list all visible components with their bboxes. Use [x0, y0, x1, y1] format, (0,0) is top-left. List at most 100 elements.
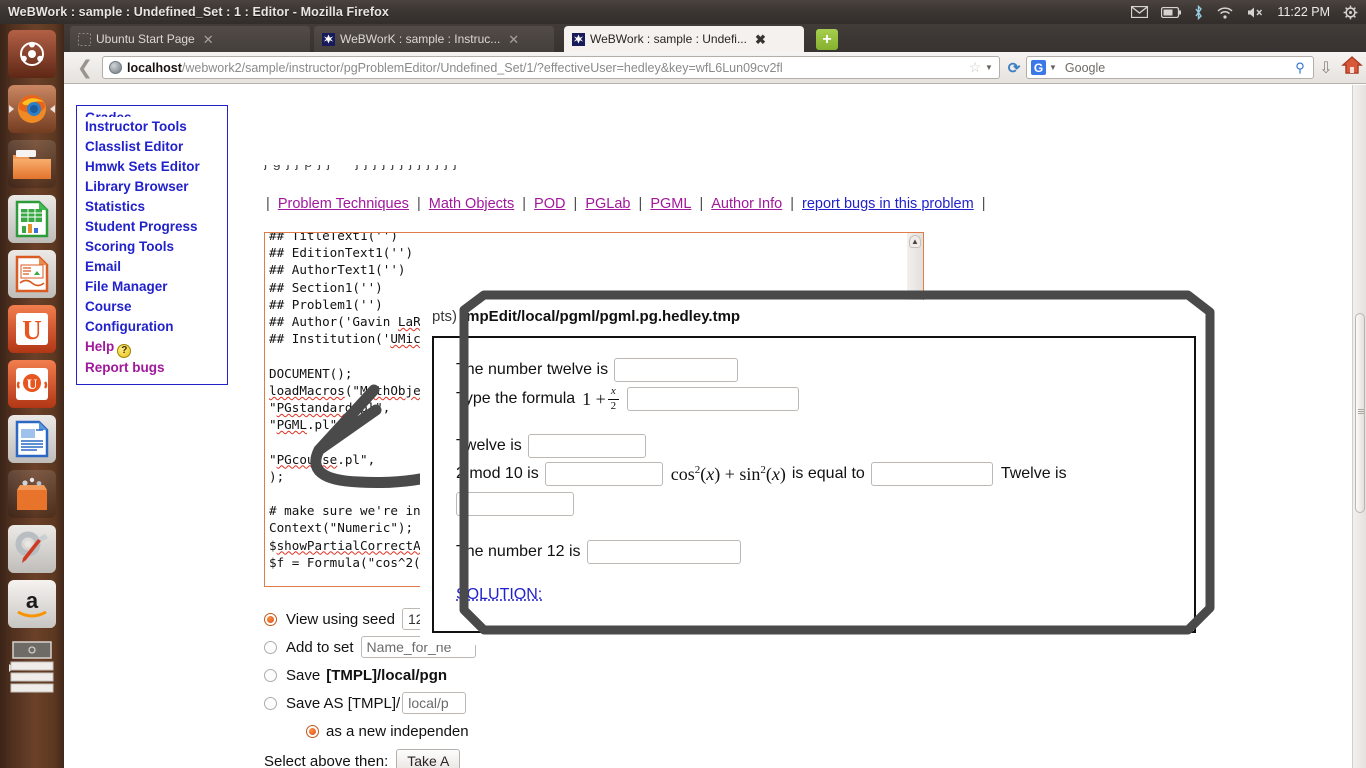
sidebar-item-configuration[interactable]: Configuration	[85, 317, 227, 337]
link-pod[interactable]: POD	[534, 196, 565, 212]
line-text: The number twelve is	[456, 361, 609, 378]
link-math-objects[interactable]: Math Objects	[429, 196, 514, 212]
webwork-favicon	[322, 32, 335, 46]
browser-tab-1[interactable]: WeBWorK : sample : Instruc... ✕	[314, 26, 554, 52]
sidebar-item-classlist-editor[interactable]: Classlist Editor	[85, 137, 227, 157]
page-scrollbar-thumb[interactable]	[1355, 313, 1365, 513]
search-input[interactable]: Google	[1065, 61, 1291, 75]
new-tab-button[interactable]: +	[816, 29, 838, 50]
sidebar-item-grades[interactable]: Grades	[85, 108, 227, 117]
bluetooth-icon[interactable]	[1194, 4, 1203, 20]
reload-icon[interactable]: ⟳	[1004, 59, 1024, 77]
sidebar-item-help[interactable]: Help?	[85, 337, 227, 358]
sidebar-item-course[interactable]: Course	[85, 297, 227, 317]
libreoffice-impress-icon[interactable]	[8, 250, 56, 298]
sidebar-item-library-browser[interactable]: Library Browser	[85, 177, 227, 197]
search-engine-chevron-icon[interactable]: ▼	[1049, 63, 1057, 72]
option-row-new-independent[interactable]: as a new independen	[264, 717, 482, 745]
radio-add-to-set[interactable]	[264, 640, 277, 654]
browser-tab-2[interactable]: WeBWork : sample : Undefi... ✖	[564, 26, 804, 52]
browser-tab-0[interactable]: Ubuntu Start Page ✕	[70, 26, 310, 52]
answer-input-5[interactable]	[870, 462, 993, 487]
tab-label: WeBWorK : sample : Instruc...	[340, 32, 501, 46]
tab-close-icon[interactable]: ✕	[508, 33, 519, 46]
clipped-text: jgjjpjj—jjjjjjjjjjjj	[264, 165, 1354, 170]
tab-label: WeBWork : sample : Undefi...	[590, 32, 747, 46]
sidebar-item-statistics[interactable]: Statistics	[85, 197, 227, 217]
sidebar-item-file-manager[interactable]: File Manager	[85, 277, 227, 297]
tab-close-icon[interactable]: ✕	[203, 33, 214, 46]
browser-navigation-bar: ❮ localhost/webwork2/sample/instructor/p…	[64, 52, 1366, 84]
bookmark-star-icon[interactable]: ☆	[967, 59, 983, 76]
ubuntu-software-center-icon[interactable]: U	[8, 305, 56, 353]
firefox-icon[interactable]	[8, 85, 56, 133]
search-bar[interactable]: G ▼ Google ⚲	[1026, 56, 1314, 79]
answer-input-4[interactable]	[544, 462, 663, 487]
save-as-path-input[interactable]: local/p	[402, 692, 467, 714]
sidebar-item-hmwk-sets-editor[interactable]: Hmwk Sets Editor	[85, 157, 227, 177]
search-icon[interactable]: ⚲	[1291, 60, 1309, 76]
libreoffice-writer-icon[interactable]	[8, 415, 56, 463]
home-icon[interactable]	[1338, 55, 1366, 80]
radio-save-as[interactable]	[264, 696, 277, 710]
back-button[interactable]: ❮	[72, 57, 98, 79]
google-icon[interactable]: G	[1031, 60, 1046, 75]
workspace-switcher-icon[interactable]	[8, 638, 56, 698]
option-label: Save	[286, 666, 321, 684]
answer-input-2[interactable]	[626, 387, 799, 412]
radio-save[interactable]	[264, 668, 277, 682]
answer-input-1[interactable]	[614, 358, 739, 382]
address-bar[interactable]: localhost/webwork2/sample/instructor/pgP…	[102, 56, 1000, 79]
radio-view-using-seed[interactable]	[264, 612, 277, 626]
ubuntu-one-music-icon[interactable]: U	[8, 360, 56, 408]
take-action-button[interactable]: Take A	[396, 748, 461, 768]
problem-links-row: | Problem Techniques | Math Objects | PO…	[264, 196, 988, 212]
popup-title-prefix: pts)	[432, 308, 458, 325]
solution-link[interactable]: SOLUTION:	[456, 586, 542, 604]
scroll-up-arrow-icon[interactable]: ▲	[909, 235, 921, 248]
line-text-2: is equal to	[791, 465, 865, 483]
url-text: localhost/webwork2/sample/instructor/pgP…	[127, 61, 967, 75]
formula-expression: 1 +	[582, 388, 606, 409]
problem-preview-popup[interactable]: pts) tmpEdit/local/pgml/pgml.pg.hedley.t…	[420, 290, 1215, 645]
sidebar-item-student-progress[interactable]: Student Progress	[85, 217, 227, 237]
clock[interactable]: 11:22 PM	[1277, 5, 1330, 19]
popup-title-path: tmpEdit/local/pgml/pgml.pg.hedley.tmp	[461, 308, 741, 325]
option-row-save[interactable]: Save [TMPL]/local/pgn	[264, 661, 482, 689]
select-above-label: Select above then:	[264, 752, 389, 768]
page-scrollbar[interactable]	[1352, 85, 1366, 768]
browser-tab-bar: Ubuntu Start Page ✕ WeBWorK : sample : I…	[64, 24, 1366, 52]
amazon-icon[interactable]: a	[8, 580, 56, 628]
radio-as-new-independent[interactable]	[306, 724, 319, 738]
chevron-down-icon[interactable]: ▼	[983, 63, 995, 72]
window-title: WeBWork : sample : Undefined_Set : 1 : E…	[8, 5, 389, 19]
power-gear-icon[interactable]	[1343, 5, 1358, 20]
option-row-save-as[interactable]: Save AS [TMPL]/ local/p	[264, 689, 482, 717]
link-report-bugs-in-this-problem[interactable]: report bugs in this problem	[802, 196, 974, 212]
software-updates-icon[interactable]	[8, 470, 56, 518]
sidebar-item-scoring-tools[interactable]: Scoring Tools	[85, 237, 227, 257]
link-separator: |	[416, 196, 421, 212]
sidebar-item-instructor-tools[interactable]: Instructor Tools	[85, 117, 227, 137]
ubuntu-dash-icon[interactable]	[8, 30, 56, 78]
wifi-icon[interactable]	[1216, 6, 1234, 19]
line-text: 2 mod 10 is	[456, 465, 539, 483]
answer-input-3[interactable]	[527, 434, 646, 459]
link-problem-techniques[interactable]: Problem Techniques	[278, 196, 409, 212]
tab-close-icon[interactable]: ✖	[755, 33, 766, 46]
link-pglab[interactable]: PGLab	[585, 196, 630, 212]
link-author-info[interactable]: Author Info	[711, 196, 782, 212]
answer-input-6[interactable]	[456, 492, 574, 517]
libreoffice-calc-icon[interactable]	[8, 195, 56, 243]
system-settings-icon[interactable]	[8, 525, 56, 573]
answer-input-7[interactable]	[586, 540, 741, 565]
battery-icon[interactable]	[1161, 6, 1182, 18]
volume-muted-icon[interactable]	[1247, 6, 1264, 19]
help-question-icon[interactable]: ?	[117, 344, 132, 358]
files-icon[interactable]	[8, 140, 56, 188]
sidebar-item-report-bugs[interactable]: Report bugs	[85, 358, 227, 378]
mail-icon[interactable]	[1131, 6, 1149, 18]
downloads-icon[interactable]: ⇩	[1314, 58, 1338, 78]
link-pgml[interactable]: PGML	[650, 196, 691, 212]
sidebar-item-email[interactable]: Email	[85, 257, 227, 277]
